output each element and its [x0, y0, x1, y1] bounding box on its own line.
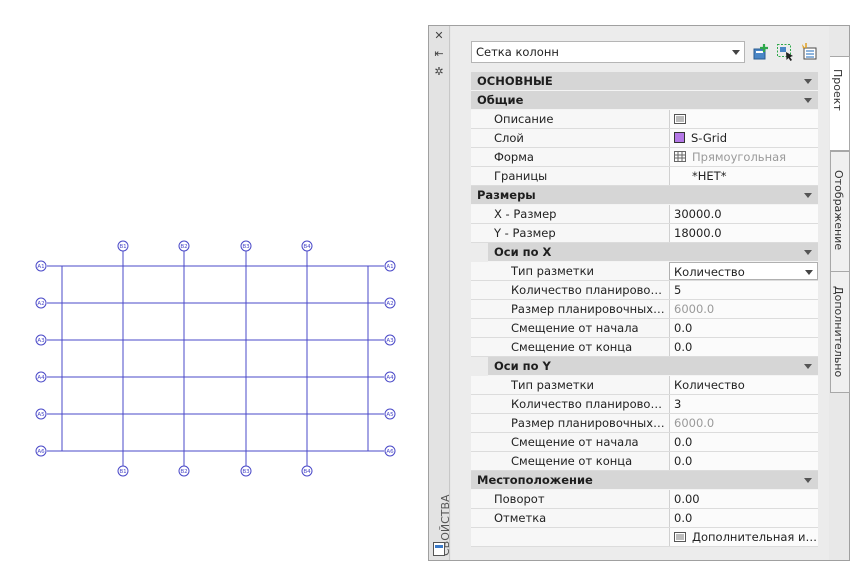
- tab-extended[interactable]: Дополнительно: [830, 271, 850, 393]
- layer-value[interactable]: S-Grid: [669, 129, 818, 147]
- grid-bubble-left-label: A2: [37, 301, 44, 307]
- grid-bubble-right-label: A5: [386, 412, 394, 418]
- property-row-x-size[interactable]: X - Размер 30000.0: [471, 205, 818, 224]
- property-row-elevation[interactable]: Отметка 0.0: [471, 509, 818, 528]
- auto-hide-icon[interactable]: ⇤: [432, 47, 446, 61]
- property-grid: ОСНОВНЫЕ Общие Описание Слой S-Grid Форм…: [471, 72, 818, 547]
- object-type-value: Сетка колонн: [476, 45, 559, 59]
- property-row-x-bay[interactable]: Размер планировочных элементов 6000.0: [471, 300, 818, 319]
- property-row-shape[interactable]: Форма Прямоугольная: [471, 148, 818, 167]
- rotation-value[interactable]: 0.00: [669, 490, 818, 508]
- x-count-value[interactable]: 5: [669, 281, 818, 299]
- worksheet-icon[interactable]: [674, 113, 686, 124]
- property-row-extra-info[interactable]: Дополнительная информация: [471, 528, 818, 547]
- property-row-description[interactable]: Описание: [471, 110, 818, 129]
- settings-icon[interactable]: ✲: [432, 65, 446, 79]
- property-row-x-layout-type[interactable]: Тип разметки Количество: [471, 262, 818, 281]
- y-count-value[interactable]: 3: [669, 395, 818, 413]
- tab-display[interactable]: Отображение: [830, 151, 850, 273]
- grid-bubble-top-label: B1: [119, 244, 126, 250]
- grid-bubble-bottom-label: B3: [242, 469, 250, 475]
- x-end-offset-value[interactable]: 0.0: [669, 338, 818, 356]
- chevron-down-icon: [804, 364, 812, 369]
- worksheet-icon: [674, 531, 686, 542]
- x-start-offset-value[interactable]: 0.0: [669, 319, 818, 337]
- layer-color-swatch: [674, 132, 685, 143]
- grid-bubble-right-label: A1: [386, 264, 393, 270]
- grid-bubble-left-label: A4: [37, 375, 45, 381]
- chevron-down-icon: [804, 98, 812, 103]
- elevation-value[interactable]: 0.0: [669, 509, 818, 527]
- property-row-layer[interactable]: Слой S-Grid: [471, 129, 818, 148]
- extra-info-button[interactable]: Дополнительная информация: [669, 528, 818, 546]
- chevron-down-icon: [804, 250, 812, 255]
- property-row-y-bay[interactable]: Размер планировочных элементов 6000.0: [471, 414, 818, 433]
- property-row-y-start-offset[interactable]: Смещение от начала 0.0: [471, 433, 818, 452]
- y-start-offset-value[interactable]: 0.0: [669, 433, 818, 451]
- x-layout-type-select[interactable]: Количество: [669, 262, 818, 280]
- chevron-down-icon: [805, 270, 813, 275]
- rectangular-grid-icon: [674, 151, 686, 162]
- grid-bubble-right-label: A4: [386, 375, 394, 381]
- y-end-offset-value[interactable]: 0.0: [669, 452, 818, 470]
- chevron-down-icon: [804, 79, 812, 84]
- tab-project[interactable]: Проект: [830, 56, 850, 151]
- palette-title-bar: ✕ ⇤ ✲ СВОЙСТВА: [429, 26, 452, 560]
- grid-bubble-top-label: B2: [180, 244, 187, 250]
- category-main[interactable]: ОСНОВНЫЕ: [471, 72, 818, 91]
- column-grid-drawing[interactable]: B1 B2 B3 B4 B1 B2 B3 B4 A1 A2 A3 A4 A5 A6 A1 A2 A3 A4 A5 A6: [0, 0, 420, 572]
- grid-bubble-right-label: A2: [386, 301, 393, 307]
- grid-bubble-bottom-label: B1: [119, 469, 126, 475]
- chevron-down-icon: [804, 478, 812, 483]
- property-row-x-count[interactable]: Количество планировочных 5: [471, 281, 818, 300]
- shape-value: Прямоугольная: [669, 148, 818, 166]
- property-row-x-start-offset[interactable]: Смещение от начала 0.0: [471, 319, 818, 338]
- y-size-value[interactable]: 18000.0: [669, 224, 818, 242]
- x-size-value[interactable]: 30000.0: [669, 205, 818, 223]
- property-row-bounds[interactable]: Границы *НЕТ*: [471, 167, 818, 186]
- property-row-y-count[interactable]: Количество планировочных 3: [471, 395, 818, 414]
- grid-bubble-left-label: A6: [37, 449, 45, 455]
- close-icon[interactable]: ✕: [432, 29, 446, 43]
- section-sizes[interactable]: Размеры: [471, 186, 818, 205]
- grid-bubble-top-label: B3: [242, 244, 250, 250]
- grid-bubble-left-label: A3: [37, 338, 45, 344]
- chevron-down-icon: [732, 50, 740, 55]
- section-general[interactable]: Общие: [471, 91, 818, 110]
- property-row-y-size[interactable]: Y - Размер 18000.0: [471, 224, 818, 243]
- section-axes-y[interactable]: Оси по Y: [488, 357, 818, 376]
- select-similar-icon[interactable]: [776, 43, 794, 61]
- property-row-y-layout-type[interactable]: Тип разметки Количество: [471, 376, 818, 395]
- description-value[interactable]: [669, 110, 818, 128]
- section-location[interactable]: Местоположение: [471, 471, 818, 490]
- property-row-rotation[interactable]: Поворот 0.00: [471, 490, 818, 509]
- object-type-select[interactable]: Сетка колонн: [471, 41, 745, 63]
- grid-bubble-bottom-label: B4: [303, 469, 311, 475]
- grid-bubble-top-label: B4: [303, 244, 311, 250]
- quick-select-icon[interactable]: [800, 43, 818, 61]
- add-style-icon[interactable]: [752, 43, 770, 61]
- grid-bubble-right-label: A6: [386, 449, 394, 455]
- x-bay-value: 6000.0: [669, 300, 818, 318]
- grid-bubble-left-label: A5: [37, 412, 45, 418]
- y-layout-type-value[interactable]: Количество: [669, 376, 818, 394]
- chevron-down-icon: [804, 193, 812, 198]
- properties-palette: ✕ ⇤ ✲ СВОЙСТВА Сетка колонн ОСНОВНЫЕ Общ…: [428, 25, 850, 561]
- grid-bubble-left-label: A1: [37, 264, 44, 270]
- property-row-y-end-offset[interactable]: Смещение от конца 0.0: [471, 452, 818, 471]
- y-bay-value: 6000.0: [669, 414, 818, 432]
- section-axes-x[interactable]: Оси по X: [488, 243, 818, 262]
- bounds-value[interactable]: *НЕТ*: [669, 167, 818, 185]
- grid-bubble-right-label: A3: [386, 338, 394, 344]
- palette-content: Сетка колонн ОСНОВНЫЕ Общие Описание Сло…: [451, 26, 829, 560]
- palette-toolbar: Сетка колонн: [471, 41, 831, 65]
- property-row-x-end-offset[interactable]: Смещение от конца 0.0: [471, 338, 818, 357]
- grid-bubble-bottom-label: B2: [180, 469, 187, 475]
- palette-icon: [433, 542, 445, 556]
